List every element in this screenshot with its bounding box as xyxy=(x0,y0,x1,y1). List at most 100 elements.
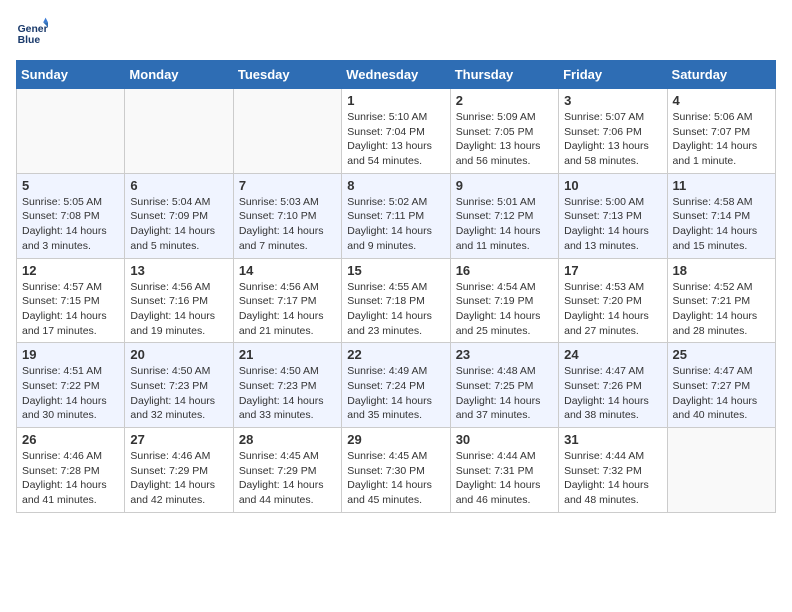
day-number: 22 xyxy=(347,347,444,362)
calendar-cell: 18Sunrise: 4:52 AM Sunset: 7:21 PM Dayli… xyxy=(667,258,775,343)
day-number: 6 xyxy=(130,178,227,193)
calendar-cell: 9Sunrise: 5:01 AM Sunset: 7:12 PM Daylig… xyxy=(450,173,558,258)
calendar-table: SundayMondayTuesdayWednesdayThursdayFrid… xyxy=(16,60,776,513)
weekday-header-row: SundayMondayTuesdayWednesdayThursdayFrid… xyxy=(17,61,776,89)
calendar-cell: 12 Sunrise: 4:57 AM Sunset: 7:15 PM Dayli… xyxy=(17,258,125,343)
day-info: Sunrise: 4:46 AM Sunset: 7:28 PM Dayligh… xyxy=(22,449,119,508)
calendar-cell xyxy=(667,428,775,513)
calendar-cell: 2 Sunrise: 5:09 AM Sunset: 7:05 PM Daylig… xyxy=(450,89,558,174)
day-info: Sunrise: 4:55 AM Sunset: 7:18 PM Dayligh… xyxy=(347,280,444,339)
day-number: 12 xyxy=(22,263,119,278)
calendar-cell: 26 Sunrise: 4:46 AM Sunset: 7:28 PM Dayli… xyxy=(17,428,125,513)
day-info: Sunrise: 4:47 AM Sunset: 7:26 PM Dayligh… xyxy=(564,364,661,423)
calendar-week-row: 12 Sunrise: 4:57 AM Sunset: 7:15 PM Dayli… xyxy=(17,258,776,343)
calendar-cell: 21 Sunrise: 4:50 AM Sunset: 7:23 PM Dayli… xyxy=(233,343,341,428)
day-number: 16 xyxy=(456,263,553,278)
calendar-cell: 30Sunrise: 4:44 AM Sunset: 7:31 PM Dayli… xyxy=(450,428,558,513)
day-number: 17 xyxy=(564,263,661,278)
day-number: 27 xyxy=(130,432,227,447)
day-number: 7 xyxy=(239,178,336,193)
calendar-cell: 29Sunrise: 4:45 AM Sunset: 7:30 PM Dayli… xyxy=(342,428,450,513)
calendar-week-row: 26 Sunrise: 4:46 AM Sunset: 7:28 PM Dayli… xyxy=(17,428,776,513)
day-number: 28 xyxy=(239,432,336,447)
weekday-header: Tuesday xyxy=(233,61,341,89)
calendar-cell: 23Sunrise: 4:48 AM Sunset: 7:25 PM Dayli… xyxy=(450,343,558,428)
day-number: 24 xyxy=(564,347,661,362)
calendar-cell: 28Sunrise: 4:45 AM Sunset: 7:29 PM Dayli… xyxy=(233,428,341,513)
day-number: 31 xyxy=(564,432,661,447)
svg-text:General: General xyxy=(18,24,48,35)
weekday-header: Wednesday xyxy=(342,61,450,89)
calendar-week-row: 19 Sunrise: 4:51 AM Sunset: 7:22 PM Dayli… xyxy=(17,343,776,428)
day-info: Sunrise: 5:04 AM Sunset: 7:09 PM Dayligh… xyxy=(130,195,227,254)
day-info: Sunrise: 5:07 AM Sunset: 7:06 PM Dayligh… xyxy=(564,110,661,169)
day-info: Sunrise: 5:02 AM Sunset: 7:11 PM Dayligh… xyxy=(347,195,444,254)
calendar-cell: 11 Sunrise: 4:58 AM Sunset: 7:14 PM Dayli… xyxy=(667,173,775,258)
calendar-cell: 7 Sunrise: 5:03 AM Sunset: 7:10 PM Daylig… xyxy=(233,173,341,258)
calendar-cell: 15 Sunrise: 4:55 AM Sunset: 7:18 PM Dayli… xyxy=(342,258,450,343)
day-info: Sunrise: 4:46 AM Sunset: 7:29 PM Dayligh… xyxy=(130,449,227,508)
day-number: 5 xyxy=(22,178,119,193)
day-number: 13 xyxy=(130,263,227,278)
logo-icon: General Blue xyxy=(16,16,48,48)
day-number: 23 xyxy=(456,347,553,362)
day-number: 11 xyxy=(673,178,770,193)
day-info: Sunrise: 5:03 AM Sunset: 7:10 PM Dayligh… xyxy=(239,195,336,254)
calendar-cell: 27 Sunrise: 4:46 AM Sunset: 7:29 PM Dayli… xyxy=(125,428,233,513)
day-info: Sunrise: 4:47 AM Sunset: 7:27 PM Dayligh… xyxy=(673,364,770,423)
calendar-cell xyxy=(125,89,233,174)
day-number: 2 xyxy=(456,93,553,108)
day-number: 21 xyxy=(239,347,336,362)
logo: General Blue xyxy=(16,16,48,48)
day-number: 19 xyxy=(22,347,119,362)
calendar-cell: 19 Sunrise: 4:51 AM Sunset: 7:22 PM Dayli… xyxy=(17,343,125,428)
calendar-cell: 31 Sunrise: 4:44 AM Sunset: 7:32 PM Dayli… xyxy=(559,428,667,513)
weekday-header: Saturday xyxy=(667,61,775,89)
day-number: 14 xyxy=(239,263,336,278)
day-info: Sunrise: 4:50 AM Sunset: 7:23 PM Dayligh… xyxy=(130,364,227,423)
calendar-week-row: 5 Sunrise: 5:05 AM Sunset: 7:08 PM Daylig… xyxy=(17,173,776,258)
day-number: 25 xyxy=(673,347,770,362)
day-info: Sunrise: 4:53 AM Sunset: 7:20 PM Dayligh… xyxy=(564,280,661,339)
day-number: 26 xyxy=(22,432,119,447)
day-info: Sunrise: 4:56 AM Sunset: 7:16 PM Dayligh… xyxy=(130,280,227,339)
day-info: Sunrise: 4:45 AM Sunset: 7:30 PM Dayligh… xyxy=(347,449,444,508)
day-info: Sunrise: 4:57 AM Sunset: 7:15 PM Dayligh… xyxy=(22,280,119,339)
day-info: Sunrise: 4:54 AM Sunset: 7:19 PM Dayligh… xyxy=(456,280,553,339)
calendar-cell: 5 Sunrise: 5:05 AM Sunset: 7:08 PM Daylig… xyxy=(17,173,125,258)
day-info: Sunrise: 4:51 AM Sunset: 7:22 PM Dayligh… xyxy=(22,364,119,423)
day-number: 8 xyxy=(347,178,444,193)
day-info: Sunrise: 5:00 AM Sunset: 7:13 PM Dayligh… xyxy=(564,195,661,254)
calendar-cell: 24 Sunrise: 4:47 AM Sunset: 7:26 PM Dayli… xyxy=(559,343,667,428)
weekday-header: Sunday xyxy=(17,61,125,89)
day-info: Sunrise: 4:50 AM Sunset: 7:23 PM Dayligh… xyxy=(239,364,336,423)
calendar-cell: 13 Sunrise: 4:56 AM Sunset: 7:16 PM Dayli… xyxy=(125,258,233,343)
day-info: Sunrise: 5:01 AM Sunset: 7:12 PM Dayligh… xyxy=(456,195,553,254)
day-number: 1 xyxy=(347,93,444,108)
day-info: Sunrise: 5:06 AM Sunset: 7:07 PM Dayligh… xyxy=(673,110,770,169)
calendar-cell: 16 Sunrise: 4:54 AM Sunset: 7:19 PM Dayli… xyxy=(450,258,558,343)
day-number: 3 xyxy=(564,93,661,108)
day-info: Sunrise: 4:49 AM Sunset: 7:24 PM Dayligh… xyxy=(347,364,444,423)
calendar-cell: 20 Sunrise: 4:50 AM Sunset: 7:23 PM Dayli… xyxy=(125,343,233,428)
day-number: 10 xyxy=(564,178,661,193)
calendar-cell: 8 Sunrise: 5:02 AM Sunset: 7:11 PM Daylig… xyxy=(342,173,450,258)
calendar-cell: 17 Sunrise: 4:53 AM Sunset: 7:20 PM Dayli… xyxy=(559,258,667,343)
day-info: Sunrise: 4:58 AM Sunset: 7:14 PM Dayligh… xyxy=(673,195,770,254)
weekday-header: Monday xyxy=(125,61,233,89)
calendar-cell: 1Sunrise: 5:10 AM Sunset: 7:04 PM Daylig… xyxy=(342,89,450,174)
day-info: Sunrise: 4:44 AM Sunset: 7:32 PM Dayligh… xyxy=(564,449,661,508)
page-header: General Blue xyxy=(16,16,776,48)
calendar-cell: 25 Sunrise: 4:47 AM Sunset: 7:27 PM Dayli… xyxy=(667,343,775,428)
day-info: Sunrise: 4:44 AM Sunset: 7:31 PM Dayligh… xyxy=(456,449,553,508)
calendar-cell xyxy=(17,89,125,174)
svg-text:Blue: Blue xyxy=(18,35,41,46)
day-info: Sunrise: 4:56 AM Sunset: 7:17 PM Dayligh… xyxy=(239,280,336,339)
day-number: 20 xyxy=(130,347,227,362)
calendar-week-row: 1Sunrise: 5:10 AM Sunset: 7:04 PM Daylig… xyxy=(17,89,776,174)
day-info: Sunrise: 5:05 AM Sunset: 7:08 PM Dayligh… xyxy=(22,195,119,254)
day-number: 15 xyxy=(347,263,444,278)
day-number: 4 xyxy=(673,93,770,108)
day-info: Sunrise: 4:52 AM Sunset: 7:21 PM Dayligh… xyxy=(673,280,770,339)
day-info: Sunrise: 5:09 AM Sunset: 7:05 PM Dayligh… xyxy=(456,110,553,169)
